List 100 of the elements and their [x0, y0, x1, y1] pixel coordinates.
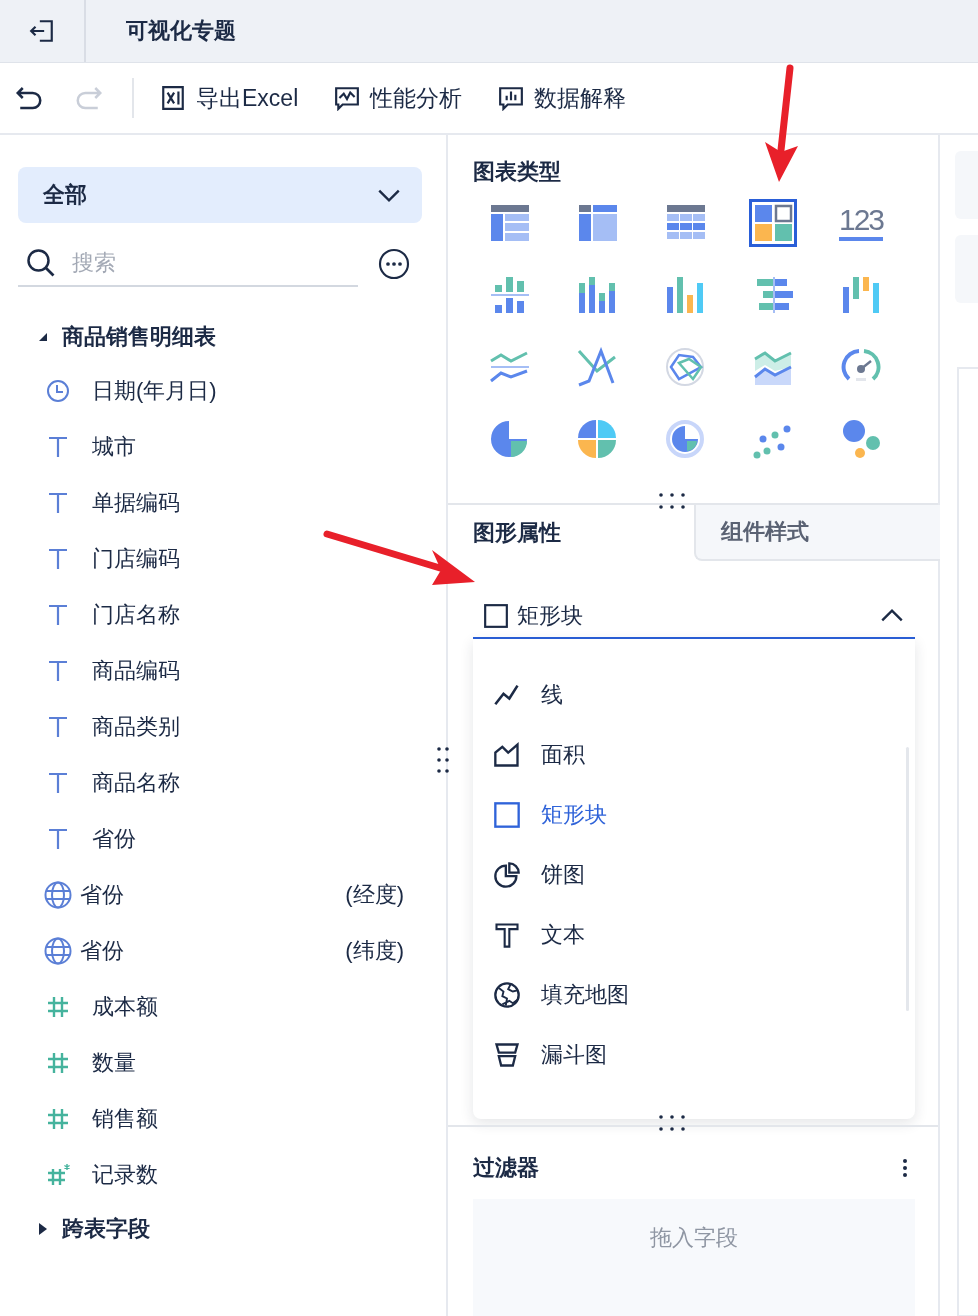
field-label: 单据编码 — [92, 489, 181, 517]
menu-option[interactable]: 填充地图 — [473, 965, 915, 1025]
field-item[interactable]: 省份 — [18, 811, 410, 867]
tab[interactable]: 组件样式 — [694, 505, 940, 561]
text-icon — [493, 921, 521, 949]
rose-chart-icon — [577, 419, 617, 459]
field-label: 城市 — [92, 433, 137, 461]
menu-option[interactable]: 线 — [473, 665, 915, 725]
field-item[interactable]: 商品名称 — [18, 755, 410, 811]
field-label: 成本额 — [92, 993, 159, 1021]
chart-type-button[interactable] — [749, 199, 797, 247]
field-label: 商品类别 — [92, 713, 181, 741]
shape-dropdown[interactable]: 矩形块 — [473, 595, 915, 639]
menu-option[interactable]: 矩形块 — [473, 785, 915, 845]
group-label: 商品销售明细表 — [62, 323, 216, 351]
scope-dropdown[interactable]: 全部 — [18, 167, 422, 223]
more-button[interactable] — [902, 1158, 908, 1178]
search-icon — [26, 248, 56, 278]
field-suffix: (经度) — [345, 881, 404, 909]
exit-icon — [29, 18, 55, 44]
menu-option[interactable]: 饼图 — [473, 845, 915, 905]
toolbar-button[interactable]: 性能分析 — [334, 82, 463, 114]
menu-option[interactable]: 漏斗图 — [473, 1025, 915, 1085]
menu-option[interactable]: 文本 — [473, 905, 915, 965]
drag-handle-icon[interactable] — [436, 745, 450, 775]
field-item[interactable]: 成本额 — [18, 979, 410, 1035]
field-label: 商品编码 — [92, 657, 181, 685]
field-label: 日期(年月日) — [92, 377, 218, 405]
section-title: 过滤器 — [473, 1154, 539, 1182]
grouped-bar-icon — [489, 275, 529, 315]
field-label: 销售额 — [92, 1105, 159, 1133]
field-suffix: (纬度) — [345, 937, 404, 965]
field-label: 门店编码 — [92, 545, 181, 573]
field-label: 省份 — [92, 825, 137, 853]
field-item[interactable]: 记录数 — [18, 1147, 410, 1203]
globe-icon — [44, 937, 72, 965]
menu-option[interactable]: 面积 — [473, 725, 915, 785]
square-icon — [493, 801, 521, 829]
bar-chart-icon — [665, 275, 705, 315]
text-type-icon — [46, 547, 70, 571]
text-type-icon — [46, 771, 70, 795]
field-item[interactable]: 商品编码 — [18, 643, 410, 699]
section-title: 图表类型 — [472, 158, 562, 186]
field-item[interactable]: 省份 (经度) — [18, 867, 410, 923]
hash-icon — [46, 1107, 70, 1131]
text-type-icon — [46, 491, 70, 515]
waterfall-icon — [841, 275, 881, 315]
drag-handle-icon[interactable] — [658, 491, 686, 511]
group-label: 跨表字段 — [62, 1215, 150, 1243]
globe-icon — [493, 981, 521, 1009]
field-label: 记录数 — [92, 1161, 159, 1189]
field-item[interactable]: 销售额 — [18, 1091, 410, 1147]
field-item[interactable]: 商品类别 — [18, 699, 410, 755]
field-item[interactable]: 省份 (纬度) — [18, 923, 410, 979]
field-item[interactable]: 单据编码 — [18, 475, 410, 531]
field-item[interactable]: 门店编码 — [18, 531, 410, 587]
field-label: 数量 — [92, 1049, 137, 1077]
pie-chart-icon — [489, 419, 529, 459]
globe-icon — [44, 881, 72, 909]
stacked-bar-icon — [577, 275, 617, 315]
table-group[interactable]: 商品销售明细表 — [18, 311, 222, 363]
pie-icon — [493, 861, 521, 889]
window-title: 可视化专题 — [126, 17, 236, 45]
field-item[interactable]: 日期(年月日) — [18, 363, 410, 419]
field-label: 商品名称 — [92, 769, 181, 797]
hash-star-icon — [46, 1163, 70, 1187]
bar-chart-icon — [498, 85, 525, 111]
bubble-icon — [841, 419, 881, 459]
table-group[interactable]: 跨表字段 — [18, 1203, 156, 1255]
field-label: 省份 — [80, 937, 125, 965]
more-icon — [378, 248, 410, 280]
text-type-icon — [46, 827, 70, 851]
spreadsheet-icon — [160, 85, 186, 111]
chart-type-button[interactable]: 123 — [837, 199, 885, 247]
area-icon — [493, 741, 521, 769]
toolbar-button[interactable]: 数据解释 — [498, 82, 627, 114]
field-item[interactable]: 数量 — [18, 1035, 410, 1091]
field-label: 省份 — [80, 881, 125, 909]
text-type-icon — [46, 659, 70, 683]
toolbar-button[interactable]: 导出Excel — [160, 82, 299, 114]
table-icon — [489, 203, 529, 243]
field-item[interactable]: 门店名称 — [18, 587, 410, 643]
drag-handle-icon[interactable] — [658, 1113, 686, 1133]
search-field[interactable]: 搜索 — [70, 249, 324, 277]
treemap-icon — [753, 203, 793, 243]
square-icon — [483, 603, 509, 629]
clock-icon — [46, 379, 70, 403]
field-item[interactable]: 城市 — [18, 419, 410, 475]
kebab-icon — [902, 1158, 908, 1178]
text-type-icon — [46, 435, 70, 459]
pulse-chart-icon — [334, 85, 361, 111]
field-label: 门店名称 — [92, 601, 181, 629]
hash-icon — [46, 1051, 70, 1075]
pivot-table-icon — [577, 203, 617, 243]
radar-icon — [665, 347, 705, 387]
text-type-icon — [46, 603, 70, 627]
more-button[interactable] — [378, 248, 410, 280]
hash-icon — [46, 995, 70, 1019]
funnel-icon — [493, 1041, 521, 1069]
line-chart-icon — [577, 347, 617, 387]
